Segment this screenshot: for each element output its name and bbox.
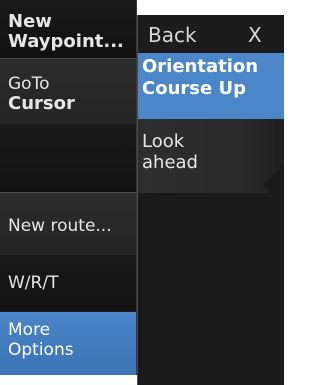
menu-item-label: New route... — [8, 216, 112, 236]
more-options-submenu: Back X Orientation Course Up Look ahead — [137, 15, 284, 385]
submenu-item-line1: Look — [142, 131, 185, 152]
submenu-item-orientation[interactable]: Orientation Course Up — [138, 53, 284, 119]
menu-item-line1: GoTo — [8, 74, 50, 94]
menu-item-more-options[interactable]: More Options — [0, 312, 136, 375]
submenu-item-line2: ahead — [142, 152, 198, 173]
submenu-header: Back X — [138, 15, 284, 53]
menu-item-line2: Waypoint... — [8, 31, 124, 52]
menu-item-line1: More — [8, 320, 51, 340]
chartplotter-menu-screen: New Waypoint... GoTo Cursor New route...… — [0, 0, 284, 385]
menu-item-line2: Options — [8, 340, 74, 360]
menu-item-goto-cursor[interactable]: GoTo Cursor — [0, 59, 136, 124]
menu-item-wrt[interactable]: W/R/T — [0, 255, 136, 311]
menu-item-line1: New — [8, 11, 52, 32]
menu-item-new-route[interactable]: New route... — [0, 193, 136, 255]
menu-item-new-waypoint[interactable]: New Waypoint... — [0, 0, 136, 58]
submenu-item-line1: Orientation — [142, 56, 259, 77]
menu-item-label: W/R/T — [8, 273, 59, 293]
back-button[interactable]: Back — [148, 23, 197, 47]
submenu-item-line2: Course Up — [142, 78, 246, 99]
menu-item-line2: Cursor — [8, 93, 75, 114]
submenu-item-look-ahead[interactable]: Look ahead — [138, 119, 284, 193]
context-menu: New Waypoint... GoTo Cursor New route...… — [0, 0, 137, 375]
close-button[interactable]: X — [248, 23, 262, 47]
menu-item-empty[interactable] — [0, 124, 136, 192]
